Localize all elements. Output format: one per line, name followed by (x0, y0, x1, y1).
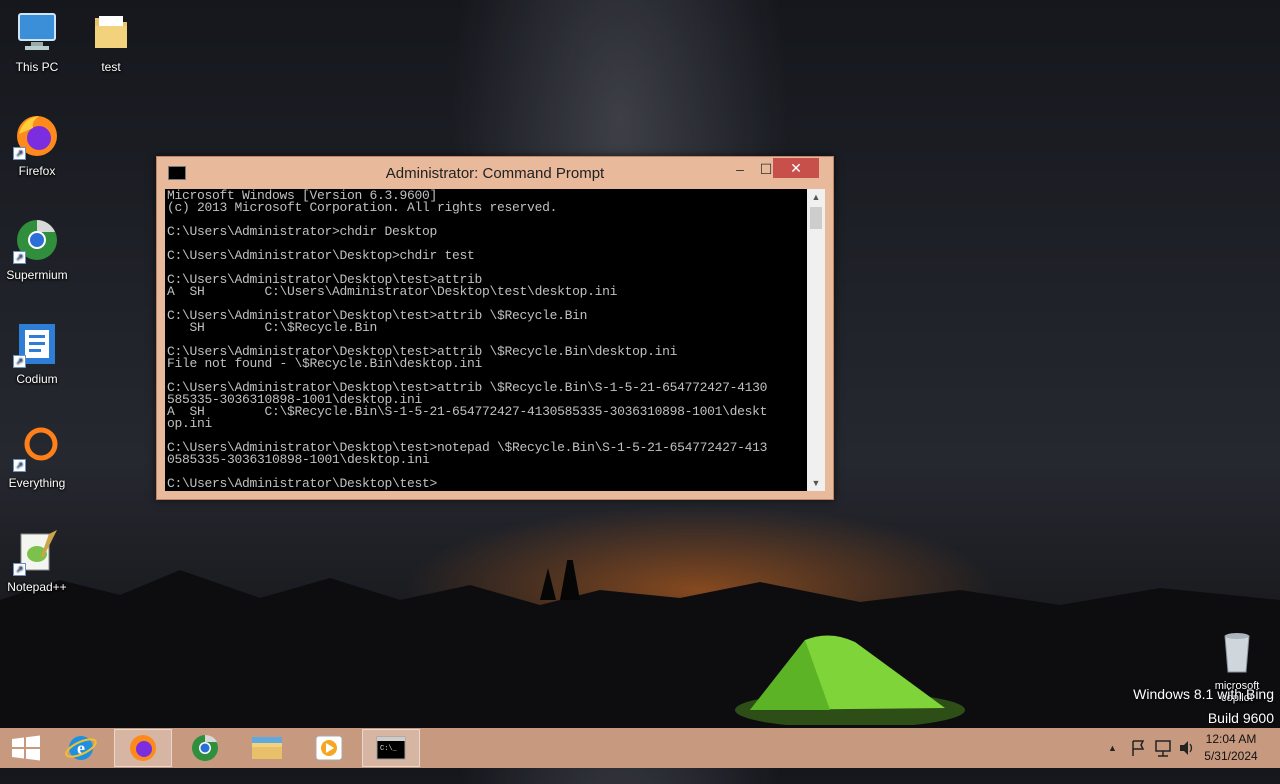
shortcut-arrow-icon: ↗ (13, 563, 26, 576)
vertical-scrollbar[interactable]: ▲ ▼ (807, 189, 825, 491)
scroll-up-icon[interactable]: ▲ (807, 189, 825, 205)
tray-overflow-chevron-icon[interactable]: ▲ (1108, 728, 1117, 768)
codium-icon: ↗ (13, 320, 61, 368)
desktop-icon-test-folder[interactable]: test (74, 8, 148, 74)
shortcut-arrow-icon: ↗ (13, 355, 26, 368)
taskbar-file-explorer[interactable] (238, 729, 296, 767)
firefox-icon: ↗ (13, 112, 61, 160)
ie-icon: e (65, 736, 97, 760)
taskbar: e C:\_ ▲ 12:04 AM 5/31/2024 (0, 728, 1280, 768)
supermium-icon: ↗ (13, 216, 61, 264)
system-clock[interactable]: 12:04 AM 5/31/2024 (1196, 731, 1266, 765)
flag-icon[interactable] (1130, 728, 1146, 768)
minimize-button[interactable]: – (729, 159, 751, 179)
command-prompt-window[interactable]: Administrator: Command Prompt – ☐ ✕ Micr… (156, 156, 834, 500)
desktop-icon-this-pc[interactable]: This PC (0, 8, 74, 74)
mountain-silhouette (0, 560, 1280, 730)
taskbar-supermium[interactable] (176, 729, 234, 767)
taskbar-command-prompt[interactable]: C:\_ (362, 729, 420, 767)
windows-watermark-edition: Windows 8.1 with Bing (1133, 686, 1274, 702)
scroll-thumb[interactable] (810, 207, 822, 229)
console-output[interactable]: Microsoft Windows [Version 6.3.9600] (c)… (165, 189, 807, 491)
desktop-icon-label: Codium (16, 372, 58, 386)
windows-watermark-build: Build 9600 (1207, 710, 1274, 726)
shortcut-arrow-icon: ↗ (13, 251, 26, 264)
desktop-icon-label: Firefox (18, 164, 56, 178)
everything-icon: ↗ (13, 424, 61, 472)
taskbar-firefox[interactable] (114, 729, 172, 767)
network-icon[interactable] (1154, 728, 1172, 768)
desktop-icon-label: Everything (8, 476, 66, 490)
firefox-icon (130, 735, 156, 761)
clock-date: 5/31/2024 (1204, 749, 1258, 763)
console-text: Microsoft Windows [Version 6.3.9600] (c)… (167, 189, 768, 491)
media-player-icon (315, 735, 343, 761)
scroll-down-icon[interactable]: ▼ (807, 475, 825, 491)
shortcut-arrow-icon: ↗ (13, 147, 26, 160)
notepadpp-icon: ↗ (13, 528, 61, 576)
svg-text:C:\_: C:\_ (380, 745, 398, 753)
desktop-icon-codium[interactable]: ↗ Codium (0, 320, 74, 386)
desktop-icon-notepadpp[interactable]: ↗ Notepad++ (0, 528, 74, 594)
taskbar-internet-explorer[interactable]: e (52, 729, 110, 767)
windows-logo-icon (12, 735, 40, 761)
recycle-bin-icon (1213, 628, 1261, 676)
cmd-icon: C:\_ (376, 736, 406, 760)
desktop-icon-supermium[interactable]: ↗ Supermium (0, 216, 74, 282)
window-titlebar[interactable]: Administrator: Command Prompt – ☐ ✕ (157, 157, 833, 189)
taskbar-media-player[interactable] (300, 729, 358, 767)
supermium-icon (192, 734, 218, 761)
file-explorer-icon (252, 737, 282, 759)
volume-icon[interactable] (1178, 728, 1196, 768)
desktop-icon-label: test (101, 60, 121, 74)
close-button[interactable]: ✕ (773, 158, 819, 178)
shortcut-arrow-icon: ↗ (13, 459, 26, 472)
this-pc-icon (13, 8, 61, 56)
desktop-icon-label: Notepad++ (7, 580, 67, 594)
start-button[interactable] (0, 729, 58, 767)
desktop-icon-firefox[interactable]: ↗ Firefox (0, 112, 74, 178)
glowing-tent (735, 635, 965, 725)
desktop-icon-everything[interactable]: ↗ Everything (0, 424, 74, 490)
folder-icon (87, 8, 135, 56)
desktop-icon-label: Supermium (6, 268, 68, 282)
clock-time: 12:04 AM (1205, 732, 1257, 746)
desktop-icon-label: This PC (15, 60, 59, 74)
